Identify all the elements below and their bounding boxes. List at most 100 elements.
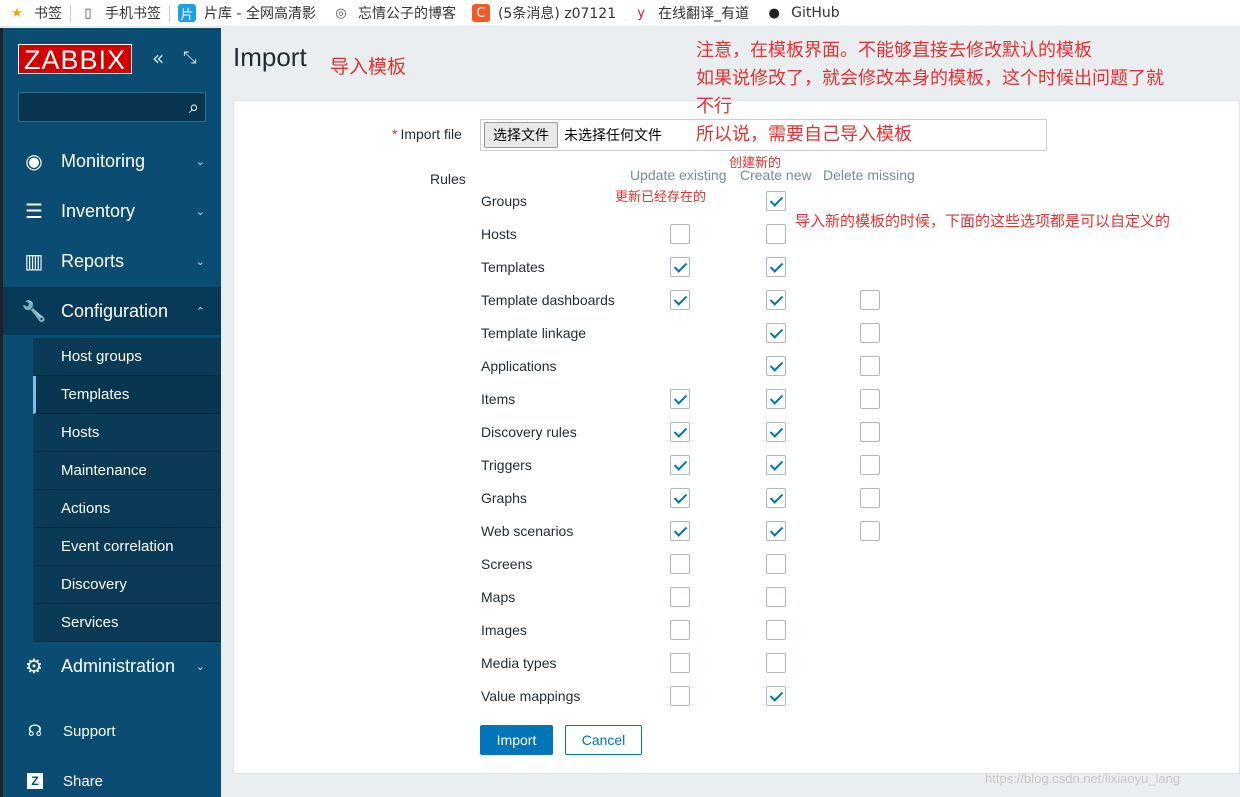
import-file-label: * Import file [392,126,462,142]
nav-administration[interactable]: ⚙ Administration ⌄ [3,642,221,690]
sub-templates[interactable]: Templates [33,376,221,414]
nav-monitoring[interactable]: ◉ Monitoring ⌄ [3,137,221,185]
checkbox-delete[interactable] [860,521,880,541]
share-icon: Z [27,773,43,789]
bookmark-item[interactable]: ★ 书签 [0,0,70,27]
checkbox-create[interactable] [766,587,786,607]
chevron-up-icon: ⌃ [195,305,205,318]
rules-label: Rules [430,171,466,187]
checkbox-create[interactable] [766,191,786,211]
checkbox-create[interactable] [766,290,786,310]
sub-maintenance[interactable]: Maintenance [33,452,221,490]
bookmark-item[interactable]: ◎ 忘情公子的博客 [324,0,464,27]
checkbox-create[interactable] [766,389,786,409]
list-icon: ☰ [25,200,43,223]
nav-support[interactable]: ☊ Support [3,711,221,751]
rule-name: Templates [481,259,545,275]
sub-host-groups[interactable]: Host groups [33,338,221,376]
star-icon: ★ [11,5,23,21]
search-icon[interactable]: ⌕ [189,97,199,118]
checkbox-create[interactable] [766,521,786,541]
bookmark-label: 书签 [34,6,62,22]
rule-name: Maps [481,589,516,605]
kiosk-icon[interactable]: ⤡ [183,48,197,68]
bookmark-item[interactable]: ● GitHub [757,0,848,27]
rule-name: Media types [481,655,557,671]
checkbox-update[interactable] [670,257,690,277]
sub-actions[interactable]: Actions [33,490,221,528]
checkbox-delete[interactable] [860,455,880,475]
checkbox-create[interactable] [766,653,786,673]
rule-name: Graphs [481,490,527,506]
bookmark-item[interactable]: 片片库 - 全网高清影 [170,0,324,27]
checkbox-create[interactable] [766,356,786,376]
checkbox-update[interactable] [670,587,690,607]
nav-reports[interactable]: ▥ Reports ⌄ [3,237,221,285]
checkbox-create[interactable] [766,224,786,244]
bookmark-label: 片库 - 全网高清影 [204,6,316,22]
checkbox-create[interactable] [766,257,786,277]
annotation-note-4: 所以说，需要自己导入模板 [696,124,912,145]
checkbox-update[interactable] [670,455,690,475]
checkbox-delete[interactable] [860,323,880,343]
checkbox-update[interactable] [670,422,690,442]
annotation-custom-options: 导入新的模板的时候，下面的这些选项都是可以自定义的 [795,212,1171,230]
annotation-note-1: 注意，在模板界面。不能够直接去修改默认的模板 [696,40,1092,61]
github-icon: ● [768,5,780,21]
checkbox-create[interactable] [766,455,786,475]
rule-name: Items [481,391,516,407]
checkbox-update[interactable] [670,389,690,409]
checkbox-create[interactable] [766,620,786,640]
nav-label: Monitoring [61,150,146,171]
rule-name: Triggers [481,457,532,473]
eye-icon: ◉ [25,150,43,173]
bookmark-item[interactable]: C (5条消息) z07121 [464,0,624,27]
checkbox-create[interactable] [766,422,786,442]
checkbox-update[interactable] [670,224,690,244]
chevron-down-icon: ⌄ [195,255,205,268]
checkbox-update[interactable] [670,686,690,706]
sub-services[interactable]: Services [33,604,221,642]
checkbox-update[interactable] [670,290,690,310]
checkbox-update[interactable] [670,488,690,508]
checkbox-delete[interactable] [860,488,880,508]
checkbox-update[interactable] [670,521,690,541]
checkbox-create[interactable] [766,323,786,343]
checkbox-create[interactable] [766,686,786,706]
collapse-icon[interactable]: « [152,48,164,68]
chevron-down-icon: ⌄ [195,155,205,168]
nav-share[interactable]: Z Share [3,761,221,797]
page-title: Import [233,42,307,72]
search-input[interactable]: ⌕ [18,92,206,122]
checkbox-update[interactable] [670,620,690,640]
bookmark-item[interactable]: ▯ 手机书签 [71,0,169,27]
checkbox-update[interactable] [670,653,690,673]
nav-inventory[interactable]: ☰ Inventory ⌄ [3,187,221,235]
bookmark-label: GitHub [791,5,840,21]
sidebar: ZABBIX « ⤡ ⌕ ◉ Monitoring ⌄ ☰ Inventory … [3,28,221,797]
nav-label: Administration [61,655,176,676]
bookmark-label: (5条消息) z07121 [497,6,617,22]
bookmark-item[interactable]: y 在线翻译_有道 [624,0,757,27]
checkbox-create[interactable] [766,488,786,508]
checkbox-create[interactable] [766,554,786,574]
rule-name: Web scenarios [481,523,574,539]
sub-hosts[interactable]: Hosts [33,414,221,452]
sub-event-correlation[interactable]: Event correlation [33,528,221,566]
zabbix-logo[interactable]: ZABBIX [18,44,132,75]
annotation-note-3: 不行 [696,96,732,117]
nav-configuration[interactable]: 🔧 Configuration ⌃ [3,287,221,335]
checkbox-delete[interactable] [860,422,880,442]
sub-discovery[interactable]: Discovery [33,566,221,604]
rule-name: Applications [481,358,557,374]
rule-name: Discovery rules [481,424,577,440]
checkbox-delete[interactable] [860,389,880,409]
checkbox-delete[interactable] [860,290,880,310]
annotation-update-existing: 更新已经存在的 [615,190,707,205]
import-button[interactable]: Import [480,725,553,755]
checkbox-update[interactable] [670,554,690,574]
cancel-button[interactable]: Cancel [565,725,642,755]
choose-file-button[interactable]: 选择文件 [484,122,558,148]
checkbox-delete[interactable] [860,356,880,376]
col-update-existing: Update existing [630,167,727,183]
